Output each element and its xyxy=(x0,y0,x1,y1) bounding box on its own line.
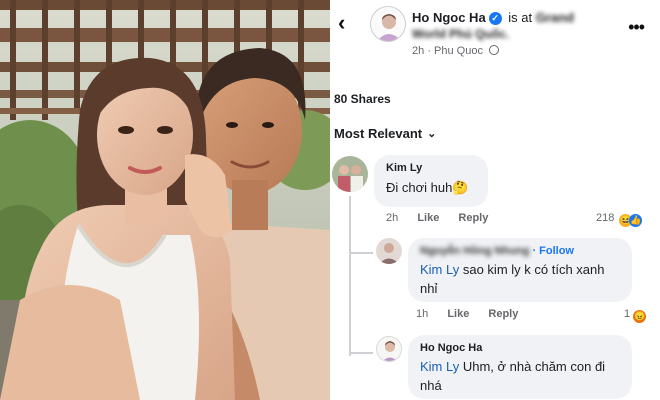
post-time[interactable]: 2h xyxy=(412,45,424,57)
commenter-avatar-image xyxy=(376,238,402,264)
post-header-line: Ho Ngoc Ha ✓ is at Grand xyxy=(412,10,574,25)
commenter-avatar[interactable] xyxy=(376,238,402,264)
reaction-summary[interactable]: 218 😆👍 xyxy=(596,212,643,227)
commenter-avatar-image xyxy=(332,156,368,192)
thread-line-branch xyxy=(349,252,373,254)
like-link[interactable]: Like xyxy=(417,212,439,224)
couple-photo[interactable] xyxy=(0,0,330,400)
like-reaction-icon: 👍 xyxy=(629,214,643,227)
more-options-icon[interactable]: ••• xyxy=(628,18,645,36)
comment-time[interactable]: 2h xyxy=(386,212,398,224)
is-at-text: is at xyxy=(508,10,533,25)
comment-author[interactable]: Ho Ngoc Ha xyxy=(420,342,620,354)
reaction-count: 1 xyxy=(624,308,631,320)
comment-time[interactable]: 1h xyxy=(416,308,428,320)
comment-text-body: Đi chơi huh xyxy=(386,180,453,195)
commenter-avatar[interactable] xyxy=(332,156,368,192)
comments-panel: ‹ Ho Ngoc Ha ✓ is at Grand World Phú Quốc… xyxy=(332,0,660,400)
comment-text: Kim Ly Uhm, ở nhà chăm con đi nhá xyxy=(420,357,620,395)
commenter-avatar-image xyxy=(377,337,401,361)
post-author-avatar-image xyxy=(377,14,401,41)
post-meta: 2h · Phu Quoc xyxy=(412,45,500,57)
thread-line-branch-2 xyxy=(349,352,373,354)
comment-text: Kim Ly sao kim ly k có tích xanh nhỉ xyxy=(420,260,620,298)
reply-link[interactable]: Reply xyxy=(458,212,488,224)
like-link[interactable]: Like xyxy=(447,308,469,320)
reply-link[interactable]: Reply xyxy=(488,308,518,320)
post-place[interactable]: Phu Quoc xyxy=(434,45,483,57)
comment-actions: 1h Like Reply xyxy=(416,308,534,320)
thinking-emoji: 🤔 xyxy=(452,180,469,195)
reaction-summary[interactable]: 1 😠 xyxy=(624,308,647,323)
comment-actions: 2h Like Reply xyxy=(386,212,504,224)
globe-icon xyxy=(489,45,500,55)
mention-link[interactable]: Kim Ly xyxy=(420,359,459,374)
chevron-down-icon: ⌄ xyxy=(427,128,437,140)
verified-badge-icon: ✓ xyxy=(488,12,502,25)
post-author-avatar[interactable] xyxy=(370,6,406,42)
thread-line xyxy=(349,196,351,356)
meta-separator: · xyxy=(427,45,431,57)
comment-header: Nguyễn Hồng Nhung · Follow xyxy=(420,245,620,257)
location-name-blurred-line2[interactable]: World Phú Quốc. xyxy=(412,27,509,41)
comment-bubble: Kim Ly Đi chơi huh🤔 xyxy=(374,155,488,207)
reaction-count: 218 xyxy=(596,212,615,224)
location-name-blurred[interactable]: Grand xyxy=(536,10,574,25)
follow-link[interactable]: · Follow xyxy=(532,245,574,257)
post-author-name[interactable]: Ho Ngoc Ha xyxy=(412,10,486,25)
couple-photo-illustration xyxy=(0,0,330,400)
commenter-avatar[interactable] xyxy=(376,336,402,362)
mention-link[interactable]: Kim Ly xyxy=(420,262,459,277)
sort-label: Most Relevant xyxy=(334,126,423,141)
comment-bubble: Nguyễn Hồng Nhung · Follow Kim Ly sao ki… xyxy=(408,238,632,302)
comment-text: Đi chơi huh🤔 xyxy=(386,178,476,197)
sort-dropdown[interactable]: Most Relevant ⌄ xyxy=(334,126,436,141)
comment-author[interactable]: Kim Ly xyxy=(386,162,476,174)
shares-count[interactable]: 80 Shares xyxy=(334,92,391,106)
comment-bubble: Ho Ngoc Ha Kim Ly Uhm, ở nhà chăm con đi… xyxy=(408,335,632,399)
comment-author-blurred[interactable]: Nguyễn Hồng Nhung xyxy=(420,245,529,257)
angry-reaction-icon: 😠 xyxy=(633,310,647,323)
back-arrow-icon[interactable]: ‹ xyxy=(338,12,345,34)
